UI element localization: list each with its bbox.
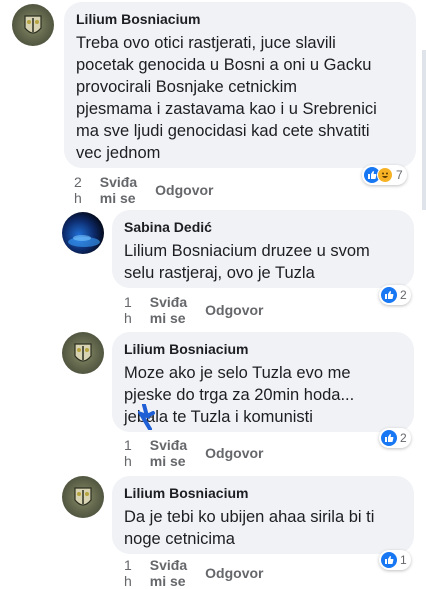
comment-time[interactable]: 1 h [124,437,132,469]
reaction-count: 1 [400,553,407,567]
comment-author[interactable]: Lilium Bosniacium [124,340,402,358]
haha-icon [377,167,393,183]
comment-text: Treba ovo otici rastjerati, juce slavili… [76,34,377,162]
comment-author[interactable]: Sabina Dedić [124,218,402,236]
lily-emblem-icon [74,487,92,506]
comment-text: Da je tebi ko ubijen ahaa sirila bi ti n… [124,508,375,548]
lily-emblem-icon [24,15,42,34]
comment-actions: 2 h Sviđa mi se Odgovor [74,174,214,206]
comment-text: Lilium Bosniacium druzee u svom selu ras… [124,242,370,282]
comment-author[interactable]: Lilium Bosniacium [76,10,404,28]
reaction-summary[interactable]: 7 [362,165,407,185]
reply-button[interactable]: Odgovor [205,565,263,581]
comment-time[interactable]: 1 h [124,557,132,589]
like-button[interactable]: Sviđa mi se [150,557,187,589]
reaction-summary[interactable]: 1 [379,550,411,570]
reply-button[interactable]: Odgovor [205,445,263,461]
comment-actions: 1 h Sviđa mi se Odgovor [124,557,264,589]
comment-bubble: Sabina Dedić Lilium Bosniacium druzee u … [112,210,414,288]
comment-author[interactable]: Lilium Bosniacium [124,484,402,502]
reaction-count: 2 [400,431,407,445]
reaction-count: 2 [400,288,407,302]
comment-actions: 1 h Sviđa mi se Odgovor [124,437,264,469]
reply-button[interactable]: Odgovor [205,302,263,318]
like-button[interactable]: Sviđa mi se [150,294,187,326]
comment-time[interactable]: 2 h [74,174,82,206]
like-button[interactable]: Sviđa mi se [100,174,137,206]
avatar[interactable] [62,332,104,374]
avatar[interactable] [62,212,104,254]
avatar[interactable] [62,476,104,518]
reaction-summary[interactable]: 2 [379,285,411,305]
like-icon [381,552,397,568]
comment-time[interactable]: 1 h [124,294,132,326]
reaction-summary[interactable]: 2 [379,428,411,448]
comment-text: Moze ako je selo Tuzla evo me pjeske do … [124,364,355,426]
comment-bubble: Lilium Bosniacium Moze ako je selo Tuzla… [112,332,414,432]
comment-actions: 1 h Sviđa mi se Odgovor [124,294,264,326]
like-button[interactable]: Sviđa mi se [150,437,187,469]
like-icon [381,430,397,446]
scribble-mark [138,404,155,430]
reaction-count: 7 [396,168,403,182]
reply-button[interactable]: Odgovor [155,182,213,198]
comment-bubble: Lilium Bosniacium Treba ovo otici rastje… [64,2,416,168]
photo-icon [68,235,100,247]
lily-emblem-icon [74,343,92,362]
scrollbar-edge[interactable] [422,50,426,210]
avatar[interactable] [12,4,54,46]
like-icon [381,287,397,303]
comment-bubble: Lilium Bosniacium Da je tebi ko ubijen a… [112,476,414,554]
